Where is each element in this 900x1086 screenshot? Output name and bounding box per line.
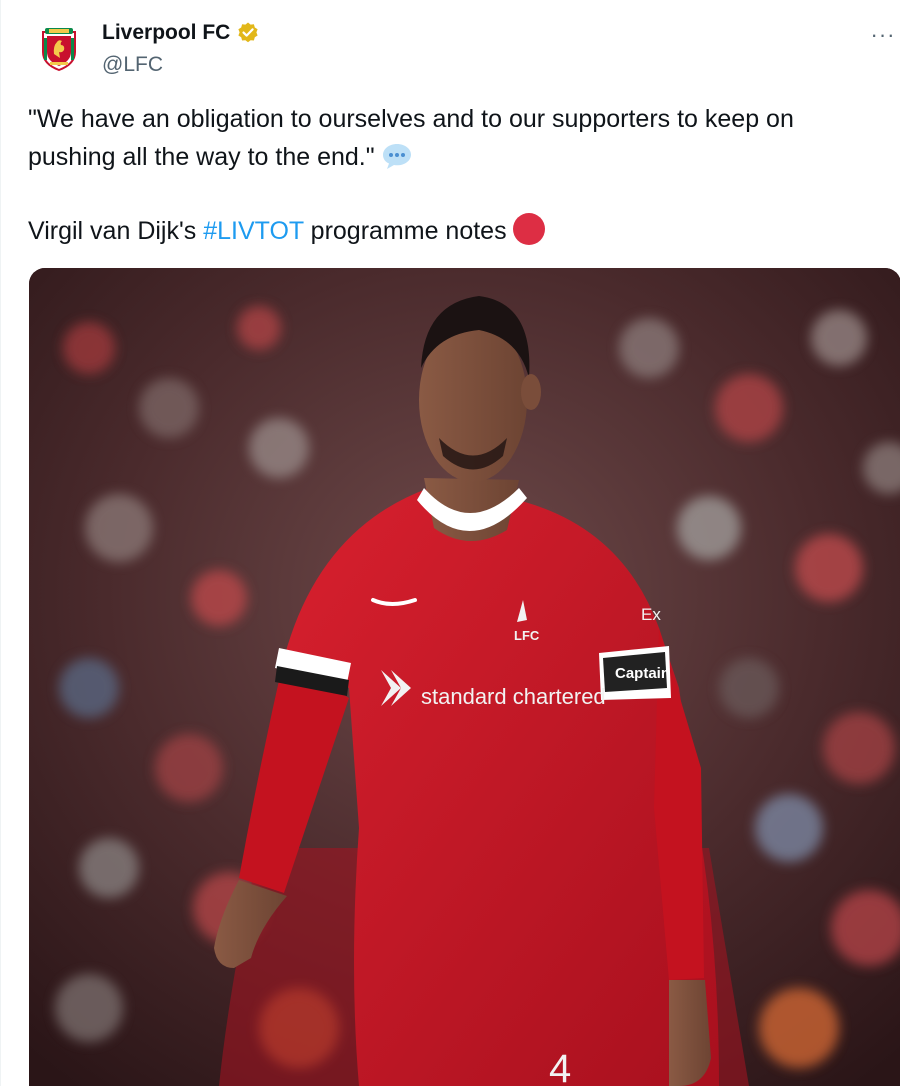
player-photo: Captain LFC Ex standard chartered 4 <box>29 268 900 1086</box>
user-handle[interactable]: @LFC <box>102 50 260 80</box>
caption-text: Virgil van Dijk's <box>28 217 204 245</box>
hashtag-link[interactable]: #LIVTOT <box>203 217 304 245</box>
avatar[interactable] <box>28 18 90 80</box>
shirt-sponsor-text: standard chartered <box>421 684 606 709</box>
display-name[interactable]: Liverpool FC <box>102 18 230 48</box>
red-circle-icon <box>512 213 545 245</box>
more-options-icon[interactable]: ··· <box>868 20 898 50</box>
tweet-header: Liverpool FC @LFC <box>102 18 260 80</box>
tweet-card[interactable]: Liverpool FC @LFC ··· "We have an obliga… <box>0 0 900 1086</box>
shirt-number-text: 4 <box>549 1047 571 1086</box>
liverpool-crest-icon <box>42 28 76 72</box>
tweet-text-caption: Virgil van Dijk's #LIVTOT programme note… <box>28 212 888 250</box>
sleeve-text: Ex <box>641 605 661 624</box>
tweet-text: "We have an obligation to ourselves and … <box>28 100 888 250</box>
gold-verified-badge-icon[interactable] <box>236 21 260 45</box>
armband-text: Captain <box>615 665 670 682</box>
tweet-text-quote: "We have an obligation to ourselves and … <box>28 100 888 176</box>
tweet-photo[interactable]: Captain LFC Ex standard chartered 4 <box>29 268 900 1086</box>
crest-text: LFC <box>514 628 540 643</box>
speech-balloon-icon <box>382 144 411 169</box>
caption-text-end: programme notes <box>303 217 507 245</box>
